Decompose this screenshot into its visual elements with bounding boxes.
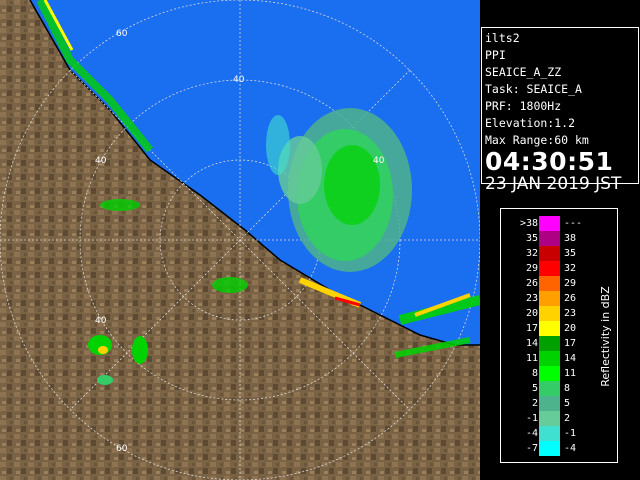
legend-upper-bound: 38 xyxy=(564,233,577,244)
legend-lower-bound: 14 xyxy=(525,338,538,349)
legend-row: 17 20 xyxy=(501,321,593,336)
ring-label: 40 xyxy=(233,75,245,85)
legend-row: 23 26 xyxy=(501,291,593,306)
task-name: Task: SEAICE_A xyxy=(485,82,582,96)
legend-color-swatch xyxy=(539,276,560,291)
legend-upper-bound: 8 xyxy=(564,383,571,394)
scan-info-panel: ilts2 PPI SEAICE_A_ZZ Task: SEAICE_A PRF… xyxy=(481,27,639,194)
legend-color-swatch xyxy=(539,216,560,231)
legend-row: -1 2 xyxy=(501,411,593,426)
legend-color-swatch xyxy=(539,426,560,441)
legend-lower-bound: 17 xyxy=(525,323,538,334)
legend-lower-bound: -7 xyxy=(525,443,538,454)
ring-label: 60 xyxy=(116,29,128,39)
legend-color-swatch xyxy=(539,336,560,351)
station-name: ilts2 xyxy=(485,31,520,45)
legend-color-swatch xyxy=(539,306,560,321)
legend-upper-bound: 11 xyxy=(564,368,577,379)
legend-row: -7 -4 xyxy=(501,441,593,456)
legend-row: 26 29 xyxy=(501,276,593,291)
legend-row: 35 38 xyxy=(501,231,593,246)
legend-upper-bound: 20 xyxy=(564,323,577,334)
scan-type: PPI xyxy=(485,48,506,62)
elevation-value: Elevation:1.2 xyxy=(485,116,576,130)
legend-color-swatch xyxy=(539,261,560,276)
legend-color-swatch xyxy=(539,291,560,306)
legend-upper-bound: 32 xyxy=(564,263,577,274)
legend-row: 32 35 xyxy=(501,246,593,261)
legend-upper-bound: -1 xyxy=(564,428,577,439)
legend-row: 29 32 xyxy=(501,261,593,276)
legend-upper-bound: 14 xyxy=(564,353,577,364)
legend-row: -4 -1 xyxy=(501,426,593,441)
legend-color-swatch xyxy=(539,381,560,396)
legend-row: 11 14 xyxy=(501,351,593,366)
legend-lower-bound: 32 xyxy=(525,248,538,259)
legend-color-swatch xyxy=(539,231,560,246)
legend-row: 58 xyxy=(501,381,593,396)
legend-lower-bound: -1 xyxy=(525,413,538,424)
legend-upper-bound: 26 xyxy=(564,293,577,304)
legend-row: 20 23 xyxy=(501,306,593,321)
ring-label: 40 xyxy=(95,316,107,326)
legend-lower-bound: 20 xyxy=(525,308,538,319)
legend-upper-bound: 23 xyxy=(564,308,577,319)
legend-color-swatch xyxy=(539,321,560,336)
legend-color-swatch xyxy=(539,411,560,426)
legend-row: 14 17 xyxy=(501,336,593,351)
scan-time: 04:30:51 xyxy=(485,147,614,176)
legend-lower-bound: 23 xyxy=(525,293,538,304)
reflectivity-legend: >38 --- 35 38 32 35 29 32 26 29 23 26 20 23 17 20 14 17 11… xyxy=(500,208,618,463)
legend-lower-bound: >38 xyxy=(519,218,538,229)
legend-lower-bound: -4 xyxy=(525,428,538,439)
legend-lower-bound: 26 xyxy=(525,278,538,289)
prf-value: PRF: 1800Hz xyxy=(485,99,562,113)
legend-lower-bound: 35 xyxy=(525,233,538,244)
legend-unit-label: Reflectivity in dBZ xyxy=(598,286,612,387)
legend-color-swatch xyxy=(539,441,560,456)
legend-unit-label-box: Reflectivity in dBZ xyxy=(595,219,615,454)
legend-upper-bound: 17 xyxy=(564,338,577,349)
legend-upper-bound: 5 xyxy=(564,398,571,409)
legend-lower-bound: 2 xyxy=(531,398,538,409)
legend-row: 8 11 xyxy=(501,366,593,381)
radar-ppi-map: 60 40 40 40 40 60 xyxy=(0,0,480,480)
ring-label: 60 xyxy=(116,444,128,454)
legend-lower-bound: 29 xyxy=(525,263,538,274)
legend-upper-bound: --- xyxy=(564,218,583,229)
legend-row: 25 xyxy=(501,396,593,411)
legend-upper-bound: 2 xyxy=(564,413,571,424)
legend-color-swatch xyxy=(539,396,560,411)
ring-label: 40 xyxy=(373,156,385,166)
legend-lower-bound: 8 xyxy=(531,368,538,379)
legend-row: >38 --- xyxy=(501,216,593,231)
ring-label: 40 xyxy=(95,156,107,166)
legend-color-swatch xyxy=(539,246,560,261)
product-name: SEAICE_A_ZZ xyxy=(485,65,562,79)
legend-color-swatch xyxy=(539,351,560,366)
legend-lower-bound: 5 xyxy=(531,383,538,394)
legend-lower-bound: 11 xyxy=(525,353,538,364)
scan-date: 23 JAN 2019 JST xyxy=(485,174,622,194)
legend-upper-bound: -4 xyxy=(564,443,577,454)
legend-upper-bound: 35 xyxy=(564,248,577,259)
legend-color-swatch xyxy=(539,366,560,381)
legend-upper-bound: 29 xyxy=(564,278,577,289)
